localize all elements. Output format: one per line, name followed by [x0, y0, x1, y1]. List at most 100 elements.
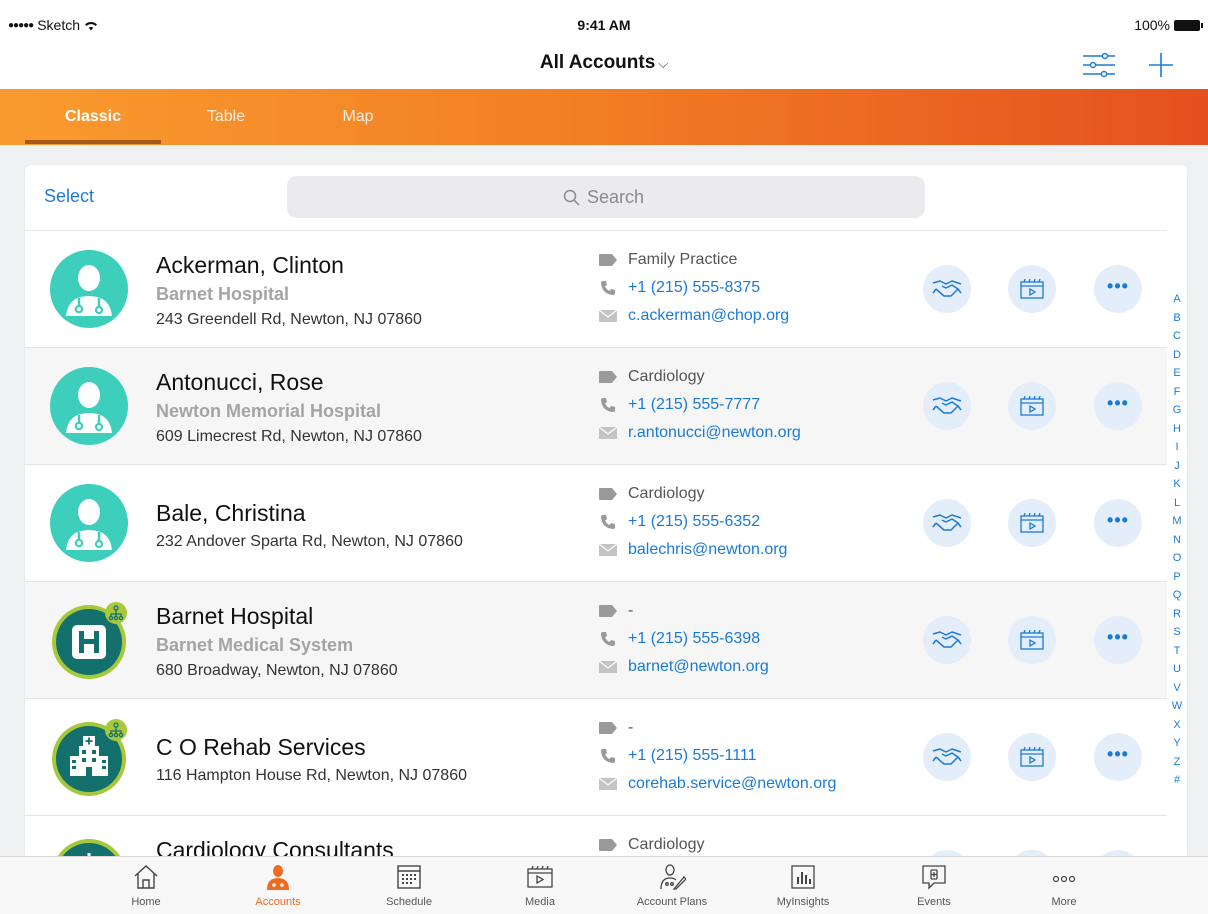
account-org: Newton Memorial Hospital [156, 401, 382, 421]
add-button[interactable] [1146, 50, 1176, 80]
alphabet-index-letter[interactable]: G [1173, 401, 1182, 420]
record-call-button[interactable] [923, 616, 971, 664]
specialty: Family Practice [598, 251, 737, 269]
account-row[interactable]: Ackerman, Clinton Barnet Hospital 243 Gr… [25, 230, 1167, 347]
media-button[interactable] [1008, 616, 1056, 664]
email-link[interactable]: r.antonucci@newton.org [598, 424, 801, 442]
alphabet-index-letter[interactable]: Z [1174, 753, 1181, 772]
tabbar-media[interactable]: Media [485, 863, 595, 908]
email-link[interactable]: corehab.service@newton.org [598, 775, 836, 793]
email-link[interactable]: c.ackerman@chop.org [598, 307, 789, 325]
tabbar-account-plans[interactable]: Account Plans [617, 863, 727, 908]
media-button[interactable] [1008, 382, 1056, 430]
mail-icon [598, 542, 618, 558]
media-play-icon [1020, 279, 1044, 299]
doctor-avatar-icon [50, 367, 128, 445]
alphabet-index-letter[interactable]: K [1173, 475, 1180, 494]
alphabet-index-letter[interactable]: N [1173, 531, 1181, 550]
alphabet-index-letter[interactable]: X [1173, 716, 1180, 735]
media-button[interactable] [1008, 499, 1056, 547]
alphabet-index-letter[interactable]: S [1173, 623, 1180, 642]
alphabet-index-letter[interactable]: H [1173, 420, 1181, 439]
tab-table[interactable]: Table [168, 89, 284, 145]
email-link[interactable]: balechris@newton.org [598, 541, 787, 559]
status-time: 9:41 AM [577, 17, 631, 33]
handshake-icon [932, 748, 962, 765]
tab-map[interactable]: Map [300, 89, 416, 145]
alphabet-index-letter[interactable]: C [1173, 327, 1181, 346]
phone-link[interactable]: +1 (215) 555-7777 [598, 396, 760, 414]
record-call-button[interactable] [923, 499, 971, 547]
tabbar-more[interactable]: More [1009, 863, 1119, 908]
alphabet-index[interactable]: A B C D E F G H I J K L M N O P Q R S T U V W X Y Z # [1167, 290, 1187, 790]
status-right: 100% [1134, 17, 1203, 33]
account-row[interactable]: Antonucci, Rose Newton Memorial Hospital… [25, 347, 1167, 464]
alphabet-index-letter[interactable]: L [1174, 494, 1180, 513]
tabbar-accounts[interactable]: Accounts [223, 863, 333, 908]
alphabet-index-letter[interactable]: M [1172, 512, 1181, 531]
phone-link[interactable]: +1 (215) 555-6352 [598, 513, 760, 531]
media-button[interactable] [1008, 733, 1056, 781]
more-actions-button[interactable]: ••• [1094, 382, 1142, 430]
account-name: Ackerman, Clinton [156, 252, 344, 278]
tabbar-home[interactable]: Home [91, 863, 201, 908]
alphabet-index-letter[interactable]: Y [1173, 734, 1180, 753]
alphabet-index-letter[interactable]: D [1173, 346, 1181, 365]
alphabet-index-letter[interactable]: A [1173, 290, 1180, 309]
more-actions-button[interactable]: ••• [1094, 499, 1142, 547]
alphabet-index-letter[interactable]: # [1174, 771, 1180, 790]
account-row[interactable]: C O Rehab Services 116 Hampton House Rd,… [25, 698, 1167, 815]
record-call-button[interactable] [923, 265, 971, 313]
more-actions-button[interactable]: ••• [1094, 616, 1142, 664]
alphabet-index-letter[interactable]: B [1173, 309, 1180, 328]
alphabet-index-letter[interactable]: V [1173, 679, 1180, 698]
tabbar-events[interactable]: Events [879, 863, 989, 908]
specialty-label: Cardiology [628, 368, 705, 385]
account-address: 243 Greendell Rd, Newton, NJ 07860 [156, 311, 422, 328]
accounts-list: Ackerman, Clinton Barnet Hospital 243 Gr… [25, 230, 1167, 865]
record-call-button[interactable] [923, 733, 971, 781]
alphabet-index-letter[interactable]: E [1173, 364, 1180, 383]
account-row[interactable]: Bale, Christina 232 Andover Sparta Rd, N… [25, 464, 1167, 581]
account-row[interactable]: Barnet Hospital Barnet Medical System 68… [25, 581, 1167, 698]
tab-classic[interactable]: Classic [25, 89, 161, 145]
filter-sliders-icon [1083, 52, 1115, 78]
email-address: balechris@newton.org [628, 541, 788, 558]
select-button[interactable]: Select [44, 186, 94, 207]
tabbar-schedule[interactable]: Schedule [354, 863, 464, 908]
more-actions-button[interactable]: ••• [1094, 265, 1142, 313]
phone-link[interactable]: +1 (215) 555-8375 [598, 279, 760, 297]
alphabet-index-letter[interactable]: U [1173, 660, 1181, 679]
alphabet-index-letter[interactable]: R [1173, 605, 1181, 624]
media-play-icon [1020, 513, 1044, 533]
tag-icon [598, 486, 618, 502]
phone-icon [598, 631, 618, 647]
alphabet-index-letter[interactable]: P [1173, 568, 1180, 587]
doctor-avatar-icon [50, 484, 128, 562]
search-input[interactable] [587, 186, 649, 208]
phone-link[interactable]: +1 (215) 555-1111 [598, 747, 757, 765]
filter-button[interactable] [1082, 50, 1116, 80]
mail-icon [598, 776, 618, 792]
more-actions-button[interactable]: ••• [1094, 733, 1142, 781]
alphabet-index-letter[interactable]: W [1172, 697, 1182, 716]
record-call-button[interactable] [923, 382, 971, 430]
tabbar-label: Media [525, 896, 555, 908]
phone-icon [598, 748, 618, 764]
alphabet-index-letter[interactable]: O [1173, 549, 1182, 568]
phone-link[interactable]: +1 (215) 555-6398 [598, 630, 760, 648]
alphabet-index-letter[interactable]: J [1174, 457, 1180, 476]
tabbar-myinsights[interactable]: MyInsights [748, 863, 858, 908]
alphabet-index-letter[interactable]: Q [1173, 586, 1182, 605]
media-button[interactable] [1008, 265, 1056, 313]
account-name: Bale, Christina [156, 500, 306, 526]
phone-icon [598, 280, 618, 296]
alphabet-index-letter[interactable]: T [1174, 642, 1181, 661]
alphabet-index-letter[interactable]: I [1175, 438, 1178, 457]
email-link[interactable]: barnet@newton.org [598, 658, 769, 676]
alphabet-index-letter[interactable]: F [1174, 383, 1181, 402]
phone-number: +1 (215) 555-8375 [628, 279, 761, 296]
plus-icon [1149, 53, 1173, 77]
search-bar[interactable] [287, 176, 925, 218]
account-view-selector[interactable]: All Accounts ⌵ [0, 52, 1208, 74]
